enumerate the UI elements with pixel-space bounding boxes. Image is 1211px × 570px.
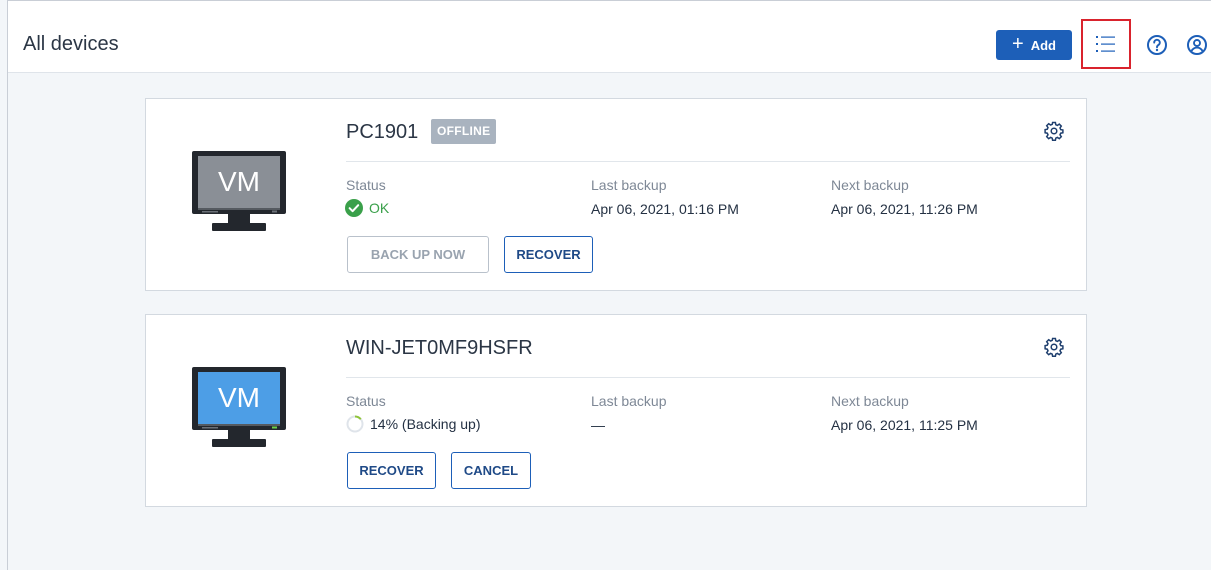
plus-icon: + <box>1012 33 1024 55</box>
page-title: All devices <box>23 33 119 55</box>
account-icon[interactable] <box>1186 34 1208 56</box>
divider <box>346 161 1070 162</box>
next-backup-label: Next backup <box>831 393 909 409</box>
recover-button[interactable]: RECOVER <box>504 236 593 273</box>
gear-icon[interactable] <box>1044 337 1064 357</box>
gear-icon[interactable] <box>1044 121 1064 141</box>
check-circle-icon <box>345 199 363 217</box>
status-value: 14% (Backing up) <box>370 416 481 432</box>
last-backup-value: — <box>591 417 605 433</box>
cancel-button[interactable]: CANCEL <box>451 452 531 489</box>
list-view-icon <box>1096 36 1115 52</box>
vm-screen-label: VM <box>218 166 260 197</box>
list-view-button[interactable] <box>1081 19 1131 69</box>
last-backup-value: Apr 06, 2021, 01:16 PM <box>591 201 739 217</box>
add-button-label: Add <box>1030 37 1056 53</box>
device-card: VM PC1901 OFFLINE Status Last backup Nex… <box>145 98 1087 291</box>
status-ok: OK <box>345 199 389 217</box>
vm-screen-label: VM <box>218 382 260 413</box>
next-backup-value: Apr 06, 2021, 11:26 PM <box>831 201 978 217</box>
progress-spinner-icon <box>346 415 364 433</box>
vm-monitor-icon: VM <box>192 151 286 231</box>
device-name: WIN-JET0MF9HSFR <box>346 337 533 359</box>
next-backup-value: Apr 06, 2021, 11:25 PM <box>831 417 978 433</box>
status-progress: 14% (Backing up) <box>346 415 481 433</box>
status-label: Status <box>346 177 386 193</box>
status-value: OK <box>369 200 390 216</box>
device-card: VM WIN-JET0MF9HSFR Status Last backup Ne… <box>145 314 1087 507</box>
top-bar: All devices + Add <box>8 0 1211 73</box>
vm-monitor-icon: VM <box>192 367 286 447</box>
window-border <box>7 0 8 570</box>
add-button[interactable]: + Add <box>996 30 1072 60</box>
status-label: Status <box>346 393 386 409</box>
last-backup-label: Last backup <box>591 393 667 409</box>
back-up-now-button[interactable]: BACK UP NOW <box>347 236 489 273</box>
help-icon[interactable] <box>1146 34 1168 56</box>
recover-button[interactable]: RECOVER <box>347 452 436 489</box>
divider <box>346 377 1070 378</box>
offline-badge: OFFLINE <box>431 119 497 144</box>
last-backup-label: Last backup <box>591 177 667 193</box>
next-backup-label: Next backup <box>831 177 909 193</box>
device-name: PC1901 <box>346 121 419 143</box>
